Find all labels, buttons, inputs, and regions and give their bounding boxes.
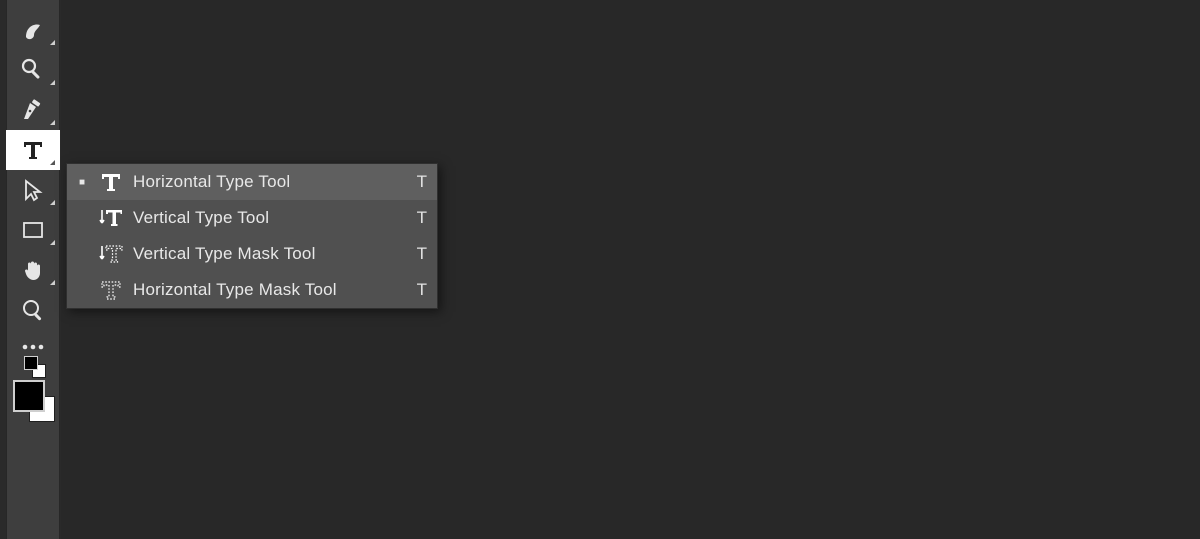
flyout-corner-icon: [50, 240, 55, 245]
type-tool-flyout: ■ Horizontal Type Tool T Vertical Type T…: [66, 163, 438, 309]
flyout-item-label: Vertical Type Tool: [133, 208, 401, 228]
default-colors-icon[interactable]: [24, 356, 54, 378]
flyout-corner-icon: [50, 280, 55, 285]
flyout-item-label: Horizontal Type Mask Tool: [133, 280, 401, 300]
flyout-corner-icon: [50, 80, 55, 85]
flyout-corner-icon: [50, 120, 55, 125]
foreground-color-swatch[interactable]: [13, 380, 45, 412]
flyout-item-label: Vertical Type Mask Tool: [133, 244, 401, 264]
vertical-type-icon: [97, 204, 125, 232]
pen-tool[interactable]: [6, 90, 60, 130]
flyout-item-vertical-type[interactable]: Vertical Type Tool T: [67, 200, 437, 236]
pen-icon: [20, 97, 46, 123]
dodge-tool[interactable]: [6, 50, 60, 90]
flyout-item-shortcut: T: [409, 208, 427, 228]
zoom-tool[interactable]: [6, 290, 60, 330]
flyout-item-label: Horizontal Type Tool: [133, 172, 401, 192]
smudge-tool[interactable]: [6, 10, 60, 50]
type-icon: [20, 137, 46, 163]
type-tool[interactable]: [6, 130, 60, 170]
hand-tool[interactable]: [6, 250, 60, 290]
flyout-corner-icon: [50, 40, 55, 45]
rectangle-shape-tool[interactable]: [6, 210, 60, 250]
magnifier-icon: [20, 297, 46, 323]
flyout-item-horizontal-type[interactable]: ■ Horizontal Type Tool T: [67, 164, 437, 200]
flyout-corner-icon: [50, 160, 55, 165]
flyout-item-shortcut: T: [409, 172, 427, 192]
flyout-item-shortcut: T: [409, 280, 427, 300]
toolbar: [6, 0, 60, 539]
path-selection-tool[interactable]: [6, 170, 60, 210]
vertical-type-mask-icon: [97, 240, 125, 268]
rectangle-icon: [20, 217, 46, 243]
selected-bullet-icon: ■: [75, 177, 89, 188]
flyout-corner-icon: [50, 200, 55, 205]
smudge-icon: [20, 17, 46, 43]
color-swatch-area: [11, 378, 55, 444]
horizontal-type-icon: [97, 168, 125, 196]
ellipsis-icon: [20, 342, 46, 352]
hand-icon: [20, 257, 46, 283]
arrow-icon: [20, 177, 46, 203]
dodge-icon: [20, 57, 46, 83]
flyout-item-shortcut: T: [409, 244, 427, 264]
flyout-item-horizontal-type-mask[interactable]: Horizontal Type Mask Tool T: [67, 272, 437, 308]
flyout-item-vertical-type-mask[interactable]: Vertical Type Mask Tool T: [67, 236, 437, 272]
horizontal-type-mask-icon: [97, 276, 125, 304]
